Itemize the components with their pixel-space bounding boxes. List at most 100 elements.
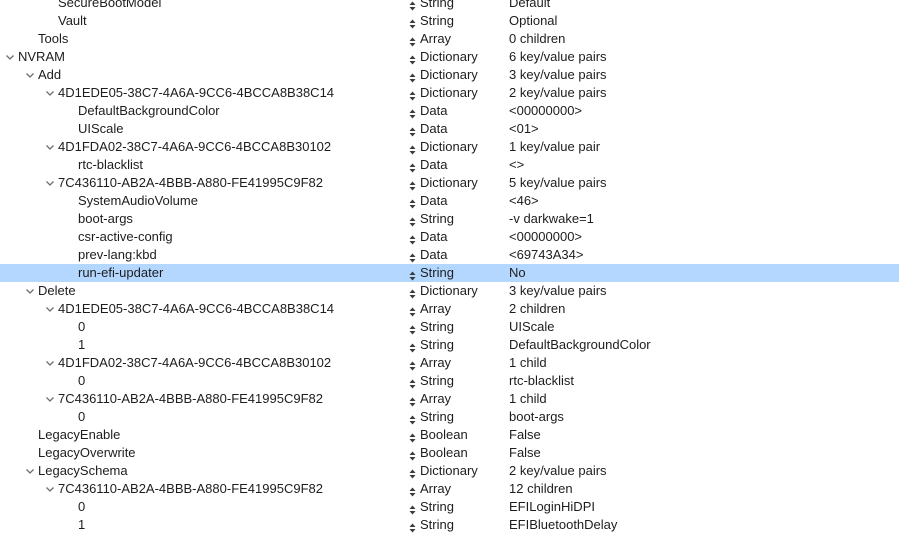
- outline-row[interactable]: Vault String Optional: [0, 12, 899, 30]
- outline-row[interactable]: NVRAM Dictionary 6 key/value pairs: [0, 48, 899, 66]
- row-key[interactable]: 4D1FDA02-38C7-4A6A-9CC6-4BCCA8B30102: [58, 138, 331, 156]
- row-key[interactable]: NVRAM: [18, 48, 65, 66]
- row-value[interactable]: 1 child: [509, 354, 547, 372]
- row-key[interactable]: SecureBootModel: [58, 0, 161, 12]
- row-value[interactable]: <69743A34>: [509, 246, 583, 264]
- outline-row[interactable]: prev-lang:kbd Data <69743A34>: [0, 246, 899, 264]
- chevron-down-icon[interactable]: [45, 174, 57, 192]
- row-key[interactable]: LegacyOverwrite: [38, 444, 136, 462]
- outline-row[interactable]: run-efi-updater String No: [0, 264, 899, 282]
- row-value[interactable]: No: [509, 264, 526, 282]
- row-value[interactable]: <01>: [509, 120, 539, 138]
- row-key[interactable]: SystemAudioVolume: [78, 192, 198, 210]
- row-value[interactable]: 2 key/value pairs: [509, 462, 607, 480]
- row-value[interactable]: Optional: [509, 12, 557, 30]
- row-key[interactable]: LegacySchema: [38, 462, 128, 480]
- row-value[interactable]: <>: [509, 156, 524, 174]
- chevron-down-icon[interactable]: [45, 138, 57, 156]
- row-value[interactable]: 3 key/value pairs: [509, 66, 607, 84]
- row-value[interactable]: 3 key/value pairs: [509, 282, 607, 300]
- outline-row[interactable]: SecureBootModel String Default: [0, 0, 899, 12]
- row-key[interactable]: 4D1FDA02-38C7-4A6A-9CC6-4BCCA8B30102: [58, 354, 331, 372]
- row-key[interactable]: 1: [78, 516, 85, 534]
- row-value[interactable]: <00000000>: [509, 102, 582, 120]
- row-key[interactable]: 4D1EDE05-38C7-4A6A-9CC6-4BCCA8B38C14: [58, 84, 334, 102]
- row-value[interactable]: -v darkwake=1: [509, 210, 594, 228]
- row-key[interactable]: 1: [78, 336, 85, 354]
- chevron-down-icon[interactable]: [45, 354, 57, 372]
- row-value[interactable]: rtc-blacklist: [509, 372, 574, 390]
- outline-row[interactable]: Add Dictionary 3 key/value pairs: [0, 66, 899, 84]
- outline-row[interactable]: LegacyOverwrite Boolean False: [0, 444, 899, 462]
- row-key[interactable]: rtc-blacklist: [78, 156, 143, 174]
- outline-row[interactable]: DefaultBackgroundColor Data <00000000>: [0, 102, 899, 120]
- row-key[interactable]: prev-lang:kbd: [78, 246, 157, 264]
- row-value[interactable]: 1 key/value pair: [509, 138, 600, 156]
- chevron-down-icon[interactable]: [25, 66, 37, 84]
- outline-row[interactable]: SystemAudioVolume Data <46>: [0, 192, 899, 210]
- row-key[interactable]: csr-active-config: [78, 228, 173, 246]
- row-key[interactable]: Vault: [58, 12, 87, 30]
- outline-row[interactable]: 4D1EDE05-38C7-4A6A-9CC6-4BCCA8B38C14 Arra…: [0, 300, 899, 318]
- outline-row[interactable]: rtc-blacklist Data <>: [0, 156, 899, 174]
- chevron-down-icon[interactable]: [45, 84, 57, 102]
- row-key[interactable]: DefaultBackgroundColor: [78, 102, 220, 120]
- outline-row[interactable]: csr-active-config Data <00000000>: [0, 228, 899, 246]
- chevron-down-icon[interactable]: [25, 282, 37, 300]
- row-value[interactable]: 2 key/value pairs: [509, 84, 607, 102]
- outline-row[interactable]: 4D1EDE05-38C7-4A6A-9CC6-4BCCA8B38C14 Dict…: [0, 84, 899, 102]
- row-value[interactable]: EFIBluetoothDelay: [509, 516, 617, 534]
- chevron-down-icon[interactable]: [45, 300, 57, 318]
- row-value[interactable]: False: [509, 426, 541, 444]
- row-value[interactable]: DefaultBackgroundColor: [509, 336, 651, 354]
- row-value[interactable]: False: [509, 444, 541, 462]
- row-key[interactable]: 0: [78, 408, 85, 426]
- row-value[interactable]: boot-args: [509, 408, 564, 426]
- row-key[interactable]: run-efi-updater: [78, 264, 163, 282]
- row-value[interactable]: 12 children: [509, 480, 573, 498]
- row-value[interactable]: Default: [509, 0, 550, 12]
- outline-row[interactable]: Delete Dictionary 3 key/value pairs: [0, 282, 899, 300]
- row-key[interactable]: 7C436110-AB2A-4BBB-A880-FE41995C9F82: [58, 174, 323, 192]
- row-value[interactable]: <00000000>: [509, 228, 582, 246]
- row-key[interactable]: LegacyEnable: [38, 426, 120, 444]
- row-key[interactable]: 0: [78, 372, 85, 390]
- outline-row[interactable]: 1 String DefaultBackgroundColor: [0, 336, 899, 354]
- row-value[interactable]: 5 key/value pairs: [509, 174, 607, 192]
- row-value[interactable]: 0 children: [509, 30, 565, 48]
- chevron-down-icon[interactable]: [45, 480, 57, 498]
- row-value[interactable]: 6 key/value pairs: [509, 48, 607, 66]
- outline-row[interactable]: LegacyEnable Boolean False: [0, 426, 899, 444]
- outline-row[interactable]: 0 String rtc-blacklist: [0, 372, 899, 390]
- row-key[interactable]: 7C436110-AB2A-4BBB-A880-FE41995C9F82: [58, 390, 323, 408]
- row-key[interactable]: boot-args: [78, 210, 133, 228]
- outline-row[interactable]: 0 String UIScale: [0, 318, 899, 336]
- chevron-down-icon[interactable]: [45, 390, 57, 408]
- outline-row[interactable]: 4D1FDA02-38C7-4A6A-9CC6-4BCCA8B30102 Arra…: [0, 354, 899, 372]
- row-key[interactable]: Add: [38, 66, 61, 84]
- row-value[interactable]: 1 child: [509, 390, 547, 408]
- row-value[interactable]: 2 children: [509, 300, 565, 318]
- row-key[interactable]: 0: [78, 318, 85, 336]
- outline-row[interactable]: 1 String EFIBluetoothDelay: [0, 516, 899, 534]
- row-key[interactable]: Delete: [38, 282, 76, 300]
- row-value[interactable]: EFILoginHiDPI: [509, 498, 595, 516]
- outline-row[interactable]: 7C436110-AB2A-4BBB-A880-FE41995C9F82 Dict…: [0, 174, 899, 192]
- row-key[interactable]: 4D1EDE05-38C7-4A6A-9CC6-4BCCA8B38C14: [58, 300, 334, 318]
- outline-row[interactable]: Tools Array 0 children: [0, 30, 899, 48]
- row-value[interactable]: <46>: [509, 192, 539, 210]
- outline-row[interactable]: 4D1FDA02-38C7-4A6A-9CC6-4BCCA8B30102 Dict…: [0, 138, 899, 156]
- chevron-down-icon[interactable]: [5, 48, 17, 66]
- outline-row[interactable]: UIScale Data <01>: [0, 120, 899, 138]
- row-key[interactable]: UIScale: [78, 120, 124, 138]
- row-value[interactable]: UIScale: [509, 318, 555, 336]
- outline-row[interactable]: boot-args String -v darkwake=1: [0, 210, 899, 228]
- outline-row[interactable]: 7C436110-AB2A-4BBB-A880-FE41995C9F82 Arra…: [0, 480, 899, 498]
- outline-row[interactable]: 0 String EFILoginHiDPI: [0, 498, 899, 516]
- row-key[interactable]: 7C436110-AB2A-4BBB-A880-FE41995C9F82: [58, 480, 323, 498]
- outline-row[interactable]: LegacySchema Dictionary 2 key/value pairs: [0, 462, 899, 480]
- row-key[interactable]: Tools: [38, 30, 68, 48]
- plist-outline-view[interactable]: SecureBootModel String Default Vault String O…: [0, 0, 899, 537]
- chevron-down-icon[interactable]: [25, 462, 37, 480]
- outline-row[interactable]: 0 String boot-args: [0, 408, 899, 426]
